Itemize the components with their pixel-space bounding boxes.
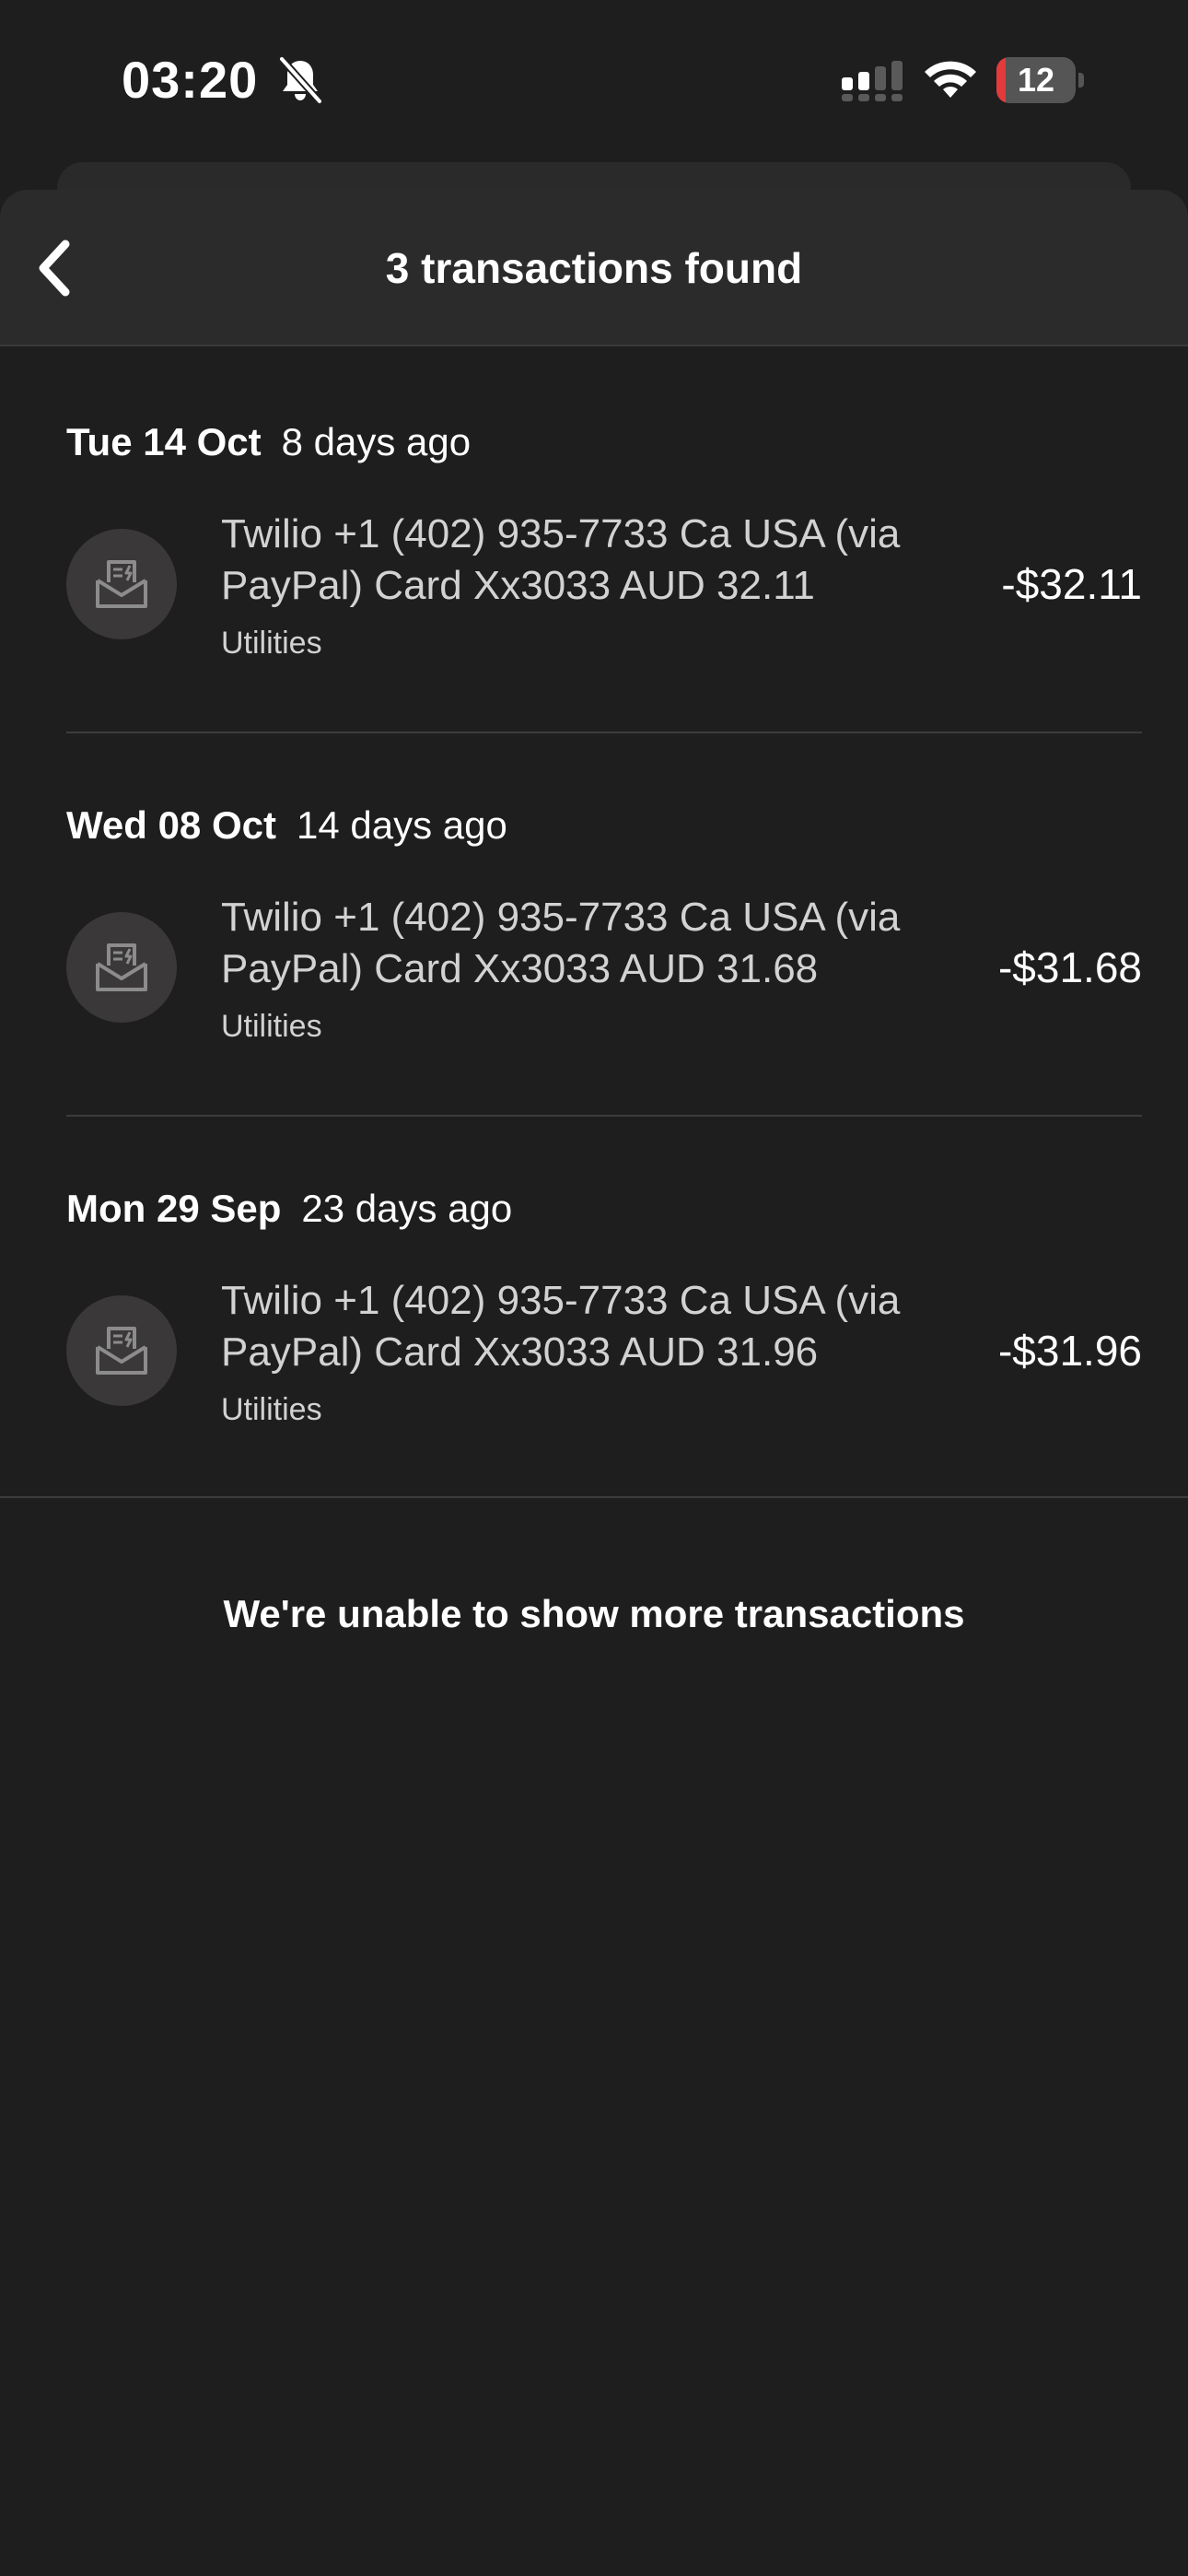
transaction-description: Twilio +1 (402) 935-7733 Ca USA (via Pay…: [221, 1278, 901, 1375]
list-end-divider: [0, 1496, 1188, 1498]
utilities-envelope-icon: [66, 912, 177, 1023]
divider: [66, 732, 1142, 733]
date-row: Wed 08 Oct 14 days ago: [66, 800, 507, 851]
battery-nub: [1078, 73, 1084, 88]
no-more-transactions-message: We're unable to show more transactions: [223, 1592, 965, 1635]
transaction-amount: -$31.96: [997, 1327, 1142, 1375]
page-title: 3 transactions found: [385, 244, 803, 292]
status-time: 03:20: [122, 51, 259, 109]
transaction-row[interactable]: Twilio +1 (402) 935-7733 Ca USA (via Pay…: [0, 892, 1188, 1076]
transaction-row[interactable]: Twilio +1 (402) 935-7733 Ca USA (via Pay…: [0, 1275, 1188, 1459]
transaction-amount: -$31.68: [997, 943, 1142, 991]
battery-level: 12: [1017, 61, 1055, 99]
date-row: Tue 14 Oct 8 days ago: [66, 416, 471, 468]
transaction-row[interactable]: Twilio +1 (402) 935-7733 Ca USA (via Pay…: [0, 509, 1188, 693]
transaction-ago: 8 days ago: [281, 420, 472, 463]
wifi-icon: [925, 61, 976, 98]
transaction-date: Wed 08 Oct: [66, 803, 276, 847]
transaction-amount: -$32.11: [1001, 560, 1142, 608]
transaction-date: Tue 14 Oct: [66, 420, 262, 463]
transaction-ago: 23 days ago: [301, 1187, 513, 1230]
cellular-signal-icon: [842, 61, 903, 101]
bell-slash-icon: [279, 56, 322, 104]
transaction-ago: 14 days ago: [296, 803, 507, 847]
transaction-date: Mon 29 Sep: [66, 1187, 282, 1230]
utilities-envelope-icon: [66, 1295, 177, 1406]
transaction-category: Utilities: [221, 1392, 322, 1427]
transactions-sheet: 3 transactions found Tue 14 Oct 8 days ag…: [0, 190, 1188, 2576]
battery-icon: 12: [996, 57, 1085, 103]
transaction-description: Twilio +1 (402) 935-7733 Ca USA (via Pay…: [221, 511, 901, 608]
utilities-envelope-icon: [66, 529, 177, 639]
divider: [66, 1115, 1142, 1117]
battery-body: 12: [996, 57, 1076, 103]
status-bar: 03:20 12: [0, 0, 1188, 162]
transaction-category: Utilities: [221, 626, 322, 661]
transaction-category: Utilities: [221, 1009, 322, 1044]
nav-header: 3 transactions found: [0, 190, 1188, 346]
transaction-description: Twilio +1 (402) 935-7733 Ca USA (via Pay…: [221, 895, 901, 991]
date-row: Mon 29 Sep 23 days ago: [66, 1183, 512, 1235]
